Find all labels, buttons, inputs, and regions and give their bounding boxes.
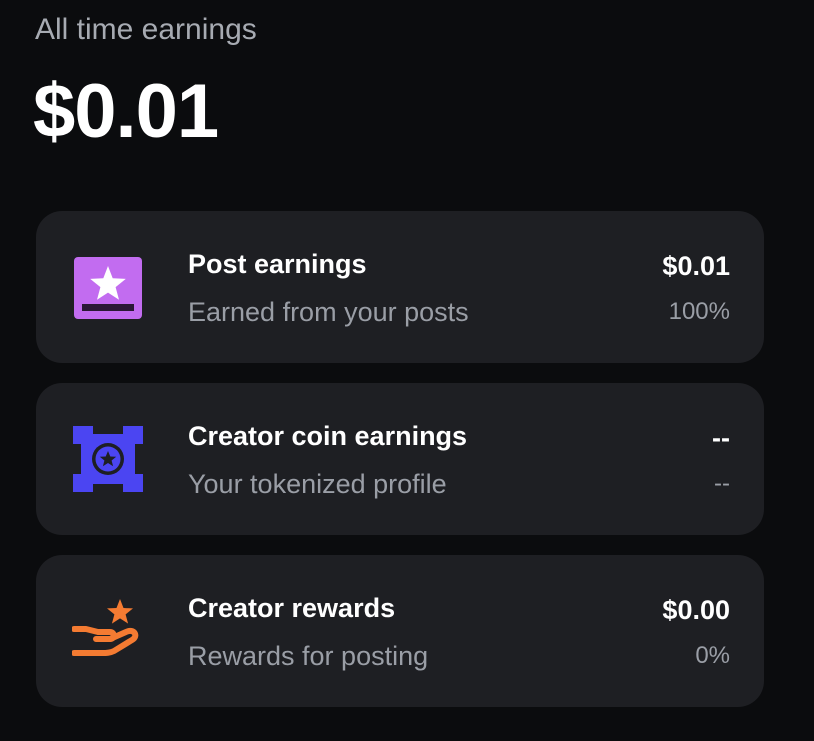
reward-hand-star-icon <box>72 595 144 667</box>
summary-label: All time earnings <box>35 13 257 46</box>
card-title: Post earnings <box>188 249 367 279</box>
card-percent: 100% <box>668 298 730 325</box>
post-earnings-card[interactable]: Post earnings Earned from your posts $0.… <box>36 211 764 363</box>
card-percent: -- <box>714 470 730 497</box>
creator-coin-icon <box>72 423 144 495</box>
card-title: Creator coin earnings <box>188 421 468 451</box>
card-value: $0.00 <box>662 595 730 625</box>
summary-amount: $0.01 <box>33 69 219 154</box>
post-star-icon <box>72 251 144 323</box>
card-subtitle: Your tokenized profile <box>188 469 447 499</box>
card-value: -- <box>712 423 730 453</box>
card-percent: 0% <box>695 642 730 669</box>
card-value: $0.01 <box>662 251 730 281</box>
creator-coin-earnings-card[interactable]: Creator coin earnings Your tokenized pro… <box>36 383 764 535</box>
creator-rewards-card[interactable]: Creator rewards Rewards for posting $0.0… <box>36 555 764 707</box>
card-subtitle: Rewards for posting <box>188 641 429 671</box>
card-subtitle: Earned from your posts <box>188 297 469 327</box>
card-title: Creator rewards <box>188 593 396 623</box>
